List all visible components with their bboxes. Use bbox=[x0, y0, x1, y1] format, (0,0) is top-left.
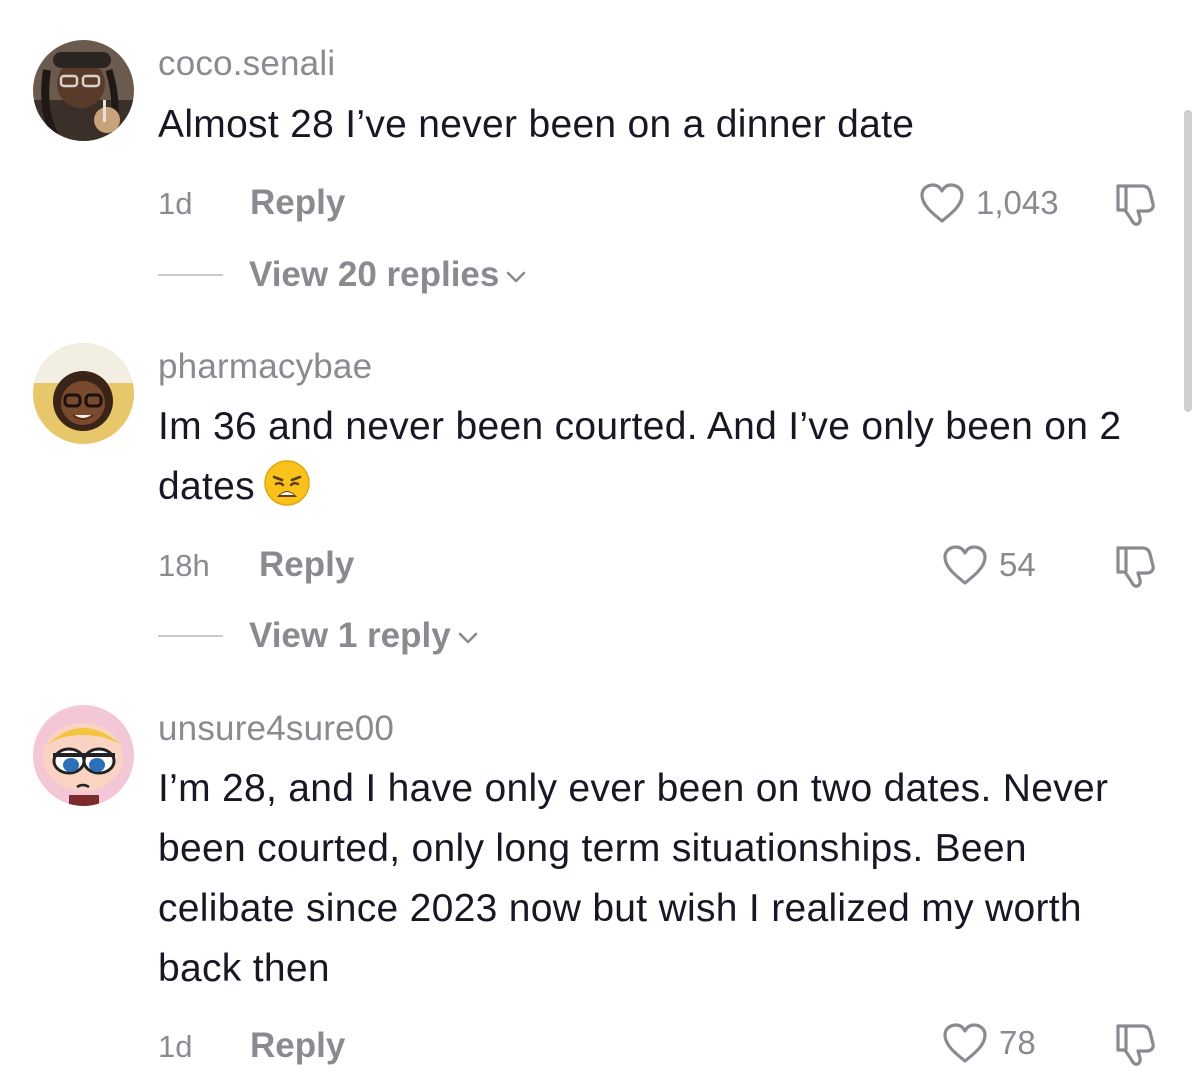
chevron-down-icon bbox=[507, 271, 526, 283]
comment-text: I’m 28, and I have only ever been on two… bbox=[158, 767, 1109, 990]
dislike-button[interactable] bbox=[1108, 178, 1160, 230]
replies-divider bbox=[158, 635, 223, 637]
dislike-button[interactable] bbox=[1108, 1018, 1160, 1070]
reply-button[interactable]: Reply bbox=[250, 183, 345, 223]
view-replies-label: View 1 reply bbox=[249, 616, 451, 655]
scrollbar[interactable] bbox=[1184, 110, 1192, 412]
weary-face-icon bbox=[263, 459, 311, 525]
heart-outline-icon bbox=[943, 1023, 987, 1063]
replies-divider bbox=[158, 274, 223, 276]
like-count: 1,043 bbox=[976, 184, 1059, 221]
comment-timestamp: 1d bbox=[158, 1029, 193, 1064]
like-button[interactable]: 1,043 bbox=[918, 180, 1059, 226]
username[interactable]: pharmacybae bbox=[158, 347, 372, 387]
view-replies-button[interactable]: View 1 reply bbox=[158, 614, 479, 658]
like-count: 78 bbox=[999, 1024, 1036, 1061]
avatar[interactable] bbox=[33, 40, 134, 141]
thumbs-down-icon bbox=[1116, 1024, 1155, 1066]
comment-timestamp: 18h bbox=[158, 548, 210, 583]
reply-button[interactable]: Reply bbox=[259, 545, 354, 585]
thumbs-down-icon bbox=[1116, 546, 1155, 588]
avatar[interactable] bbox=[33, 705, 134, 806]
view-replies-label: View 20 replies bbox=[249, 255, 500, 294]
chevron-down-icon bbox=[458, 632, 478, 644]
heart-outline-icon bbox=[943, 545, 987, 585]
reply-button[interactable]: Reply bbox=[250, 1026, 345, 1066]
comment-timestamp: 1d bbox=[158, 186, 193, 221]
dislike-button[interactable] bbox=[1108, 540, 1160, 592]
avatar[interactable] bbox=[33, 343, 134, 444]
like-button[interactable]: 78 bbox=[941, 1020, 1036, 1066]
like-button[interactable]: 54 bbox=[941, 542, 1036, 588]
heart-outline-icon bbox=[920, 183, 964, 223]
username[interactable]: unsure4sure00 bbox=[158, 709, 394, 749]
username[interactable]: coco.senali bbox=[158, 44, 335, 84]
comment-text: Im 36 and never been courted. And I’ve o… bbox=[158, 397, 1168, 525]
comment-text: Almost 28 I’ve never been on a dinner da… bbox=[158, 103, 915, 146]
thumbs-down-icon bbox=[1116, 184, 1155, 226]
like-count: 54 bbox=[999, 546, 1036, 583]
view-replies-button[interactable]: View 20 replies bbox=[158, 253, 527, 297]
